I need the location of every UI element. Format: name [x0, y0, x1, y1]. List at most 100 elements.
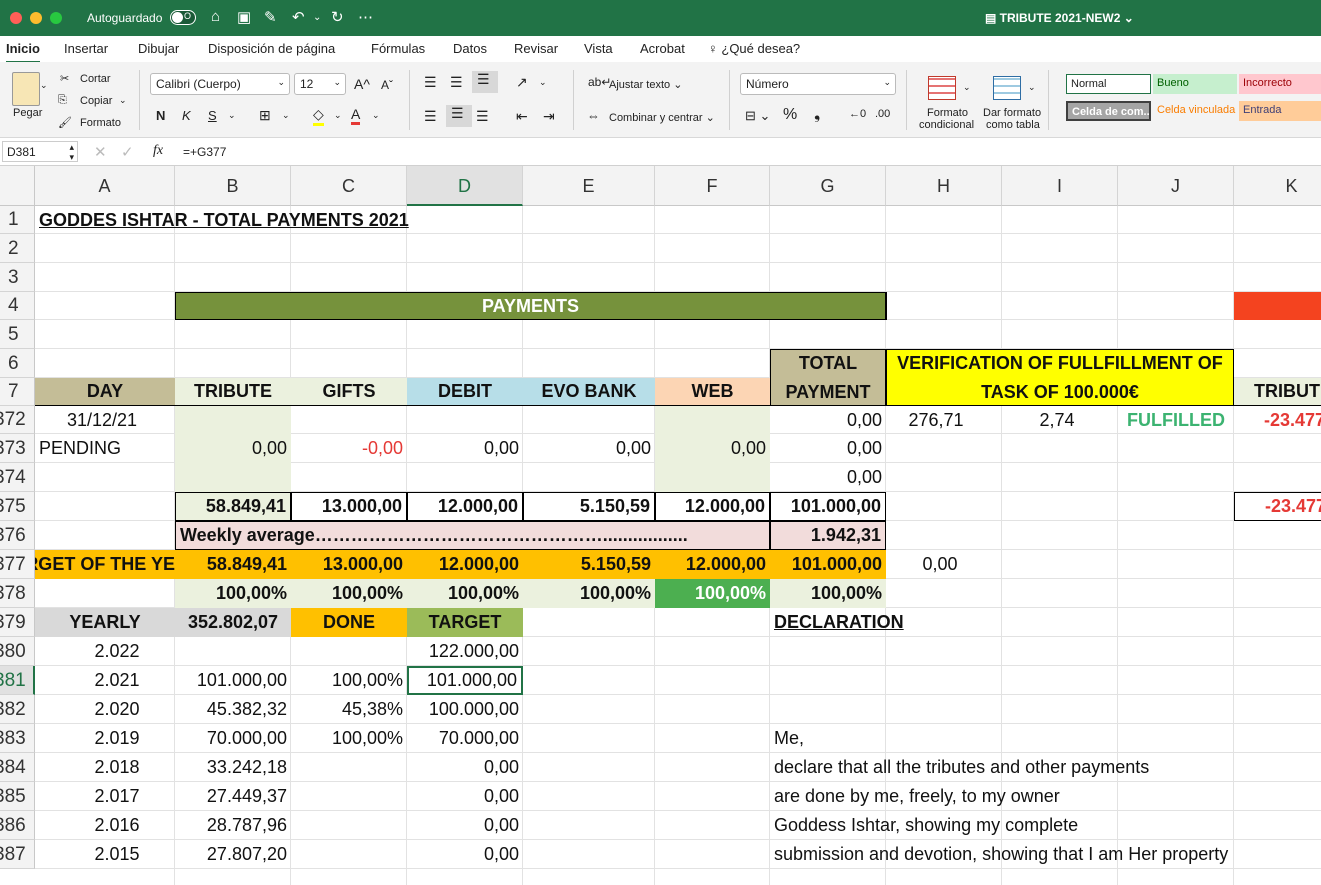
save-icon[interactable]: ▣ [237, 8, 251, 26]
spreadsheet-grid[interactable]: ABCDEFGHIJK12345673723733743753763773783… [0, 166, 1321, 885]
merge-icon[interactable]: ⇔ [587, 108, 600, 123]
tab-revisar[interactable]: Revisar [514, 41, 558, 56]
fill-color-icon[interactable]: ◇ [313, 106, 324, 126]
cell-g372[interactable]: 0,00 [770, 406, 886, 434]
row-header-2[interactable]: 2 [0, 234, 35, 263]
cell-g375[interactable]: 101.000,00 [770, 492, 886, 521]
yearly-target[interactable]: 122.000,00 [407, 637, 523, 666]
scissors-icon[interactable]: ✂ [60, 72, 69, 85]
row-header-7[interactable]: 7 [0, 378, 35, 406]
declaration-line[interactable]: declare that all the tributes and other … [770, 753, 1321, 782]
row-header-383[interactable]: 383 [0, 724, 35, 753]
header-debit[interactable]: DEBIT [407, 378, 523, 406]
copy-button[interactable]: Copiar [80, 95, 112, 107]
cell-e375[interactable]: 5.150,59 [523, 492, 655, 521]
align-bottom-icon[interactable]: ☰ [472, 71, 498, 93]
yearly-target[interactable]: 70.000,00 [407, 724, 523, 753]
copy-icon[interactable]: ⎘ [58, 94, 67, 107]
column-header-g[interactable]: G [770, 166, 886, 206]
header-k[interactable]: TRIBUT [1234, 378, 1321, 406]
column-header-k[interactable]: K [1234, 166, 1321, 206]
row-header-380[interactable]: 380 [0, 637, 35, 666]
number-format-select[interactable]: Número ⌄ [740, 73, 896, 95]
align-left-icon[interactable]: ☰ [424, 108, 437, 125]
yearly-value[interactable]: 101.000,00 [175, 666, 291, 695]
enter-icon[interactable]: ✓ [121, 143, 134, 161]
select-all-corner[interactable] [0, 166, 35, 206]
cell-c377[interactable]: 13.000,00 [291, 550, 407, 579]
style-check-cell[interactable]: Celda de com... [1066, 101, 1151, 121]
cell-a377[interactable]: RGET OF THE YE [35, 550, 175, 579]
cell-e377[interactable]: 5.150,59 [523, 550, 655, 579]
row-header-5[interactable]: 5 [0, 320, 35, 349]
undo-dropdown-icon[interactable]: ⌄ [313, 12, 321, 23]
yearly-year[interactable]: 2.020 [35, 695, 175, 724]
declaration-line[interactable]: Goddess Ishtar, showing my complete [770, 811, 1321, 840]
row-header-375[interactable]: 375 [0, 492, 35, 521]
font-color-icon[interactable]: A [351, 106, 361, 125]
cell-b373[interactable]: 0,00 [175, 434, 291, 463]
tab-disposicion[interactable]: Disposición de página [208, 41, 335, 56]
more-icon[interactable]: ⋯ [358, 8, 373, 26]
yearly-target[interactable]: 100.000,00 [407, 695, 523, 724]
paste-dropdown-icon[interactable]: ⌄ [40, 80, 48, 91]
decrease-decimal-icon[interactable]: .00 [875, 108, 890, 120]
cell-g373[interactable]: 0,00 [770, 434, 886, 463]
cell-bg-b[interactable] [175, 406, 291, 434]
row-header-385[interactable]: 385 [0, 782, 35, 811]
table-format-dropdown-icon[interactable]: ⌄ [1028, 82, 1036, 93]
yearly-year[interactable]: 2.019 [35, 724, 175, 753]
cell-f375[interactable]: 12.000,00 [655, 492, 770, 521]
active-cell-d381[interactable]: 101.000,00 [407, 666, 523, 695]
edit-icon[interactable]: ✎ [264, 8, 277, 26]
row-header-384[interactable]: 384 [0, 753, 35, 782]
wrap-text-button[interactable]: Ajustar texto ⌄ [609, 78, 682, 91]
document-title[interactable]: ▤ TRIBUTE 2021-NEW2 ⌄ [985, 11, 1134, 25]
cell-d377[interactable]: 12.000,00 [407, 550, 523, 579]
name-box[interactable]: D381 ▴ ▾ [2, 141, 78, 162]
row-header-381[interactable]: 381 [0, 666, 35, 695]
cell-b375[interactable]: 58.849,41 [175, 492, 291, 521]
font-color-dropdown-icon[interactable]: ⌄ [372, 110, 380, 121]
cell-f378[interactable]: 100,00% [655, 579, 770, 608]
declaration-line[interactable]: are done by me, freely, to my owner [770, 782, 1321, 811]
column-header-e[interactable]: E [523, 166, 655, 206]
yearly-done[interactable] [291, 782, 407, 811]
fx-icon[interactable]: fx [153, 143, 163, 159]
underline-button[interactable]: S [208, 108, 217, 123]
cell-a379[interactable]: YEARLY [35, 608, 175, 637]
decrease-font-icon[interactable]: Aˇ [381, 78, 393, 92]
tab-datos[interactable]: Datos [453, 41, 487, 56]
yearly-value[interactable]: 33.242,18 [175, 753, 291, 782]
cell-k4[interactable] [1234, 292, 1321, 320]
yearly-done[interactable] [291, 637, 407, 666]
cell-c379[interactable]: DONE [291, 608, 407, 637]
brush-icon[interactable]: 🖌 [58, 116, 72, 129]
cell-d375[interactable]: 12.000,00 [407, 492, 523, 521]
column-header-c[interactable]: C [291, 166, 407, 206]
yearly-done[interactable] [291, 811, 407, 840]
cancel-icon[interactable]: ✕ [94, 143, 107, 161]
payments-header[interactable]: PAYMENTS [175, 292, 886, 320]
style-good[interactable]: Bueno [1153, 74, 1237, 94]
conditional-format-dropdown-icon[interactable]: ⌄ [963, 82, 971, 93]
cell-e378[interactable]: 100,00% [523, 579, 655, 608]
cell-b377[interactable]: 58.849,41 [175, 550, 291, 579]
increase-indent-icon[interactable]: ⇥ [543, 108, 555, 125]
format-painter-button[interactable]: Formato [80, 117, 121, 129]
declaration-line[interactable]: submission and devotion, showing that I … [770, 840, 1321, 869]
paste-button[interactable]: Pegar [13, 107, 42, 119]
wrap-text-icon[interactable]: ab↵ [588, 75, 611, 89]
row-header-374[interactable]: 374 [0, 463, 35, 492]
font-size-select[interactable]: 12 ⌄ [294, 73, 346, 95]
cell-i372[interactable]: 2,74 [1002, 406, 1118, 434]
cell-g374[interactable]: 0,00 [770, 463, 886, 492]
align-top-icon[interactable]: ☰ [424, 74, 437, 91]
bold-button[interactable]: N [156, 108, 165, 123]
cell-g376[interactable]: 1.942,31 [770, 521, 886, 550]
accounting-format-icon[interactable]: ⊟ ⌄ [745, 108, 770, 124]
header-gifts[interactable]: GIFTS [291, 378, 407, 406]
cell-bg-f[interactable] [655, 406, 770, 434]
align-center-icon[interactable]: ☰ [446, 105, 472, 127]
borders-dropdown-icon[interactable]: ⌄ [282, 110, 290, 121]
